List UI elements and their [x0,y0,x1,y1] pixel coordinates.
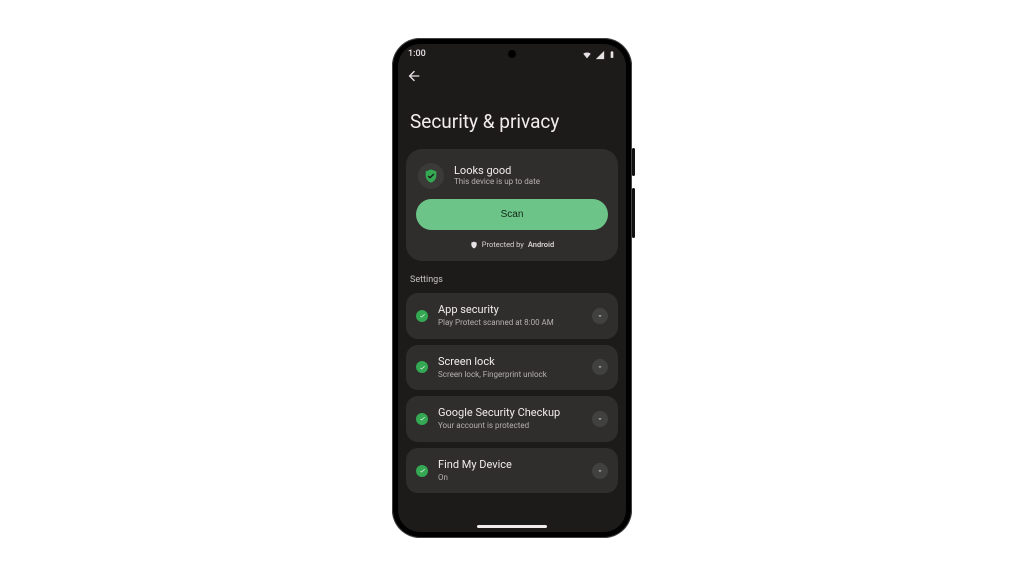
battery-icon [608,49,616,60]
signal-icon [595,50,605,60]
protected-by-line: Protected by Android [416,240,608,249]
wifi-icon [582,50,592,60]
page-title: Security & privacy [410,110,618,133]
gesture-nav-hint[interactable] [477,525,547,528]
camera-hole [508,50,516,58]
protected-prefix: Protected by [482,240,524,249]
item-title: Screen lock [438,355,582,368]
check-icon [419,467,426,474]
settings-item-app-security[interactable]: App security Play Protect scanned at 8:0… [406,293,618,339]
status-ok-badge [416,361,428,373]
settings-item-find-my-device[interactable]: Find My Device On [406,448,618,494]
item-title: App security [438,303,582,316]
item-subtitle: On [438,473,582,483]
protected-brand: Android [528,240,554,249]
status-ok-badge [416,413,428,425]
arrow-left-icon [406,68,422,84]
top-app-bar [398,64,626,88]
phone-screen: 1:00 Security & privacy [398,44,626,532]
expand-button[interactable] [592,463,608,479]
back-button[interactable] [406,68,422,84]
chevron-down-icon [596,363,604,371]
status-time: 1:00 [408,49,426,59]
summary-subtitle: This device is up to date [454,177,540,187]
item-subtitle: Play Protect scanned at 8:00 AM [438,318,582,328]
status-ok-badge [416,310,428,322]
expand-button[interactable] [592,308,608,324]
check-icon [419,415,426,422]
check-icon [419,364,426,371]
settings-section-label: Settings [410,275,614,285]
shield-check-icon [423,168,439,184]
item-subtitle: Screen lock, Fingerprint unlock [438,370,582,380]
shield-status-badge [418,163,444,189]
check-icon [419,312,426,319]
summary-title: Looks good [454,164,540,177]
item-subtitle: Your account is protected [438,421,582,431]
item-title: Google Security Checkup [438,406,582,419]
status-icons [582,49,616,60]
expand-button[interactable] [592,411,608,427]
hardware-button [632,148,635,176]
chevron-down-icon [596,467,604,475]
expand-button[interactable] [592,359,608,375]
shield-icon [470,241,478,249]
scan-button[interactable]: Scan [416,199,608,230]
settings-item-google-security-checkup[interactable]: Google Security Checkup Your account is … [406,396,618,442]
hardware-button [632,188,635,238]
chevron-down-icon [596,312,604,320]
security-summary-card: Looks good This device is up to date Sca… [406,149,618,261]
settings-item-screen-lock[interactable]: Screen lock Screen lock, Fingerprint unl… [406,345,618,391]
item-title: Find My Device [438,458,582,471]
phone-frame: 1:00 Security & privacy [392,38,632,538]
chevron-down-icon [596,415,604,423]
status-ok-badge [416,465,428,477]
